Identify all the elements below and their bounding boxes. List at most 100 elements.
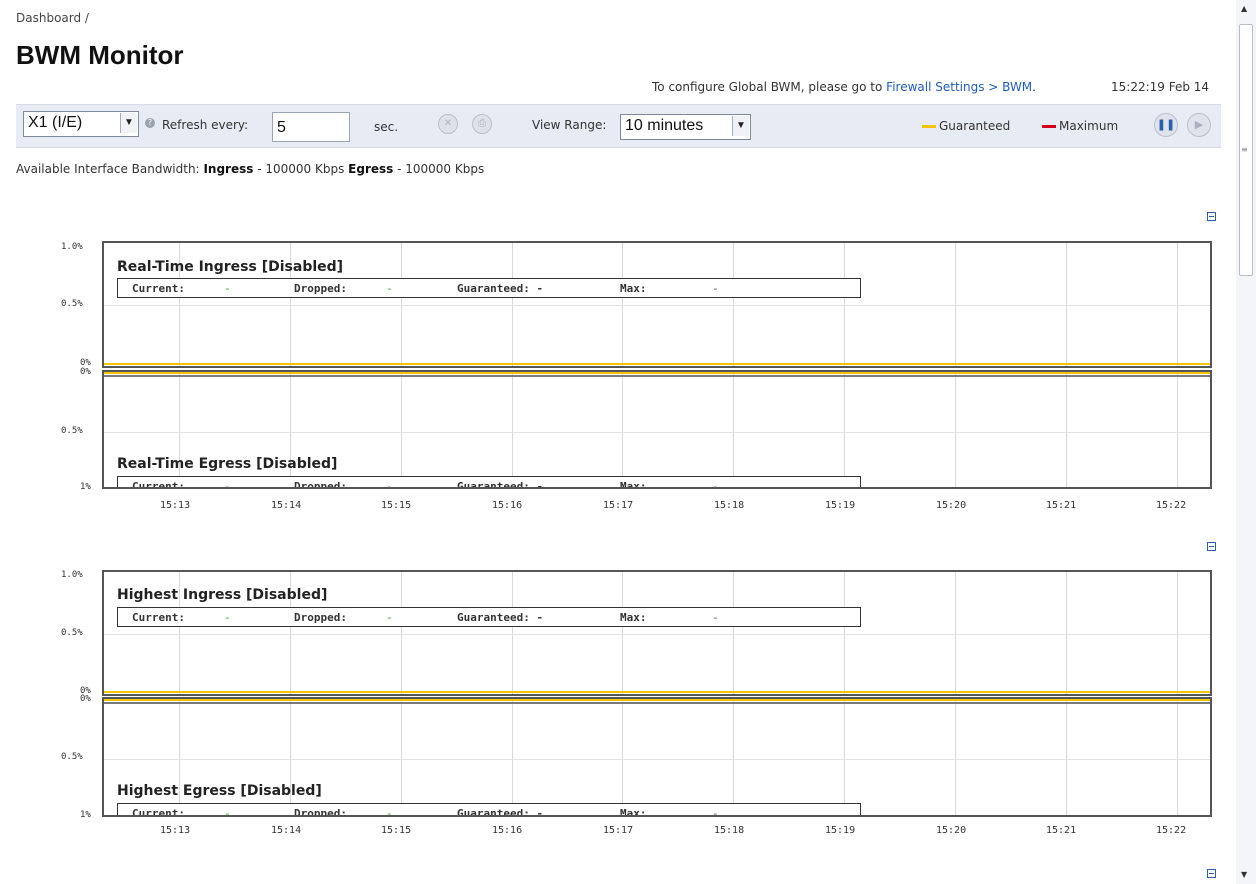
view-range-select[interactable]: 10 minutes ▼ [620, 114, 751, 140]
current-value: - [224, 611, 231, 624]
current-value: - [224, 282, 231, 295]
x-tick-label: 15:14 [271, 825, 302, 836]
max-value: - [712, 611, 719, 624]
y-tick-label: 0.5% [61, 628, 83, 638]
page-title: BWM Monitor [16, 40, 184, 70]
grid-line [401, 699, 402, 815]
egress-label: Egress [348, 162, 394, 176]
max-value: - [712, 480, 719, 489]
dropped-label: Dropped: [294, 282, 347, 295]
stats-box: Current: - Dropped: - Guaranteed: - Max:… [117, 476, 861, 489]
bwm-monitor-page: Dashboard / BWM Monitor To configure Glo… [0, 0, 1237, 884]
max-label: Max: [620, 282, 647, 295]
firewall-settings-bwm-link[interactable]: Firewall Settings > BWM [886, 80, 1032, 94]
grid-line [1177, 572, 1178, 694]
grid-line [844, 372, 845, 487]
x-tick-label: 15:17 [603, 825, 634, 836]
current-label: Current: [132, 480, 185, 489]
max-value: - [712, 282, 719, 295]
help-icon[interactable]: ? [145, 118, 155, 128]
refresh-label: Refresh every: [162, 118, 249, 132]
view-range-value: 10 minutes [625, 117, 704, 134]
refresh-interval-input[interactable]: 5 [272, 112, 350, 142]
chevron-down-icon[interactable]: ▼ [120, 113, 137, 133]
current-value: - [224, 807, 231, 817]
grid-line [844, 699, 845, 815]
y-tick-label: 1.0% [61, 570, 83, 580]
grid-line [1177, 699, 1178, 815]
scroll-down-icon[interactable]: ▼ [1241, 870, 1247, 879]
stats-box: Current: - Dropped: - Guaranteed: - Max:… [117, 607, 861, 627]
grid-line [622, 372, 623, 487]
x-tick-label: 15:18 [714, 500, 745, 511]
guaranteed-label: Guaranteed: - [457, 282, 544, 295]
pause-icon[interactable]: ❚❚ [1154, 113, 1178, 137]
guaranteed-legend-label: Guaranteed [939, 119, 1011, 133]
guaranteed-legend-swatch [922, 125, 936, 128]
real-time-egress-chart: Real-Time Egress [Disabled] Current: - D… [102, 370, 1212, 489]
x-tick-label: 15:19 [825, 825, 856, 836]
x-tick-label: 15:22 [1156, 500, 1187, 511]
guaranteed-line [104, 691, 1210, 693]
guaranteed-line [104, 363, 1210, 365]
maximum-line [104, 702, 1210, 704]
grid-line [512, 699, 513, 815]
chart-title: Highest Ingress [Disabled] [117, 587, 328, 603]
grid-line [844, 572, 845, 694]
current-label: Current: [132, 611, 185, 624]
dropped-value: - [386, 282, 393, 295]
collapse-icon[interactable] [1207, 869, 1216, 878]
config-hint: To configure Global BWM, please go to Fi… [652, 80, 1036, 94]
scroll-up-icon[interactable]: ▲ [1241, 4, 1247, 13]
view-range-label: View Range: [532, 118, 607, 132]
egress-value: - 100000 Kbps [393, 162, 485, 176]
grid-line [955, 372, 956, 487]
sec-label: sec. [374, 120, 399, 134]
chevron-down-icon[interactable]: ▼ [732, 116, 749, 136]
chart-title: Highest Egress [Disabled] [117, 783, 322, 799]
current-value: - [224, 480, 231, 489]
collapse-icon[interactable] [1207, 542, 1216, 551]
stats-box: Current: - Dropped: - Guaranteed: - Max:… [117, 803, 861, 817]
x-tick-label: 15:18 [714, 825, 745, 836]
dropped-value: - [386, 611, 393, 624]
x-tick-label: 15:20 [936, 825, 967, 836]
collapse-icon[interactable] [1207, 212, 1216, 221]
grid-line [955, 572, 956, 694]
x-tick-label: 15:16 [492, 825, 523, 836]
maximum-line [104, 375, 1210, 377]
x-tick-label: 15:16 [492, 500, 523, 511]
grid-line [104, 759, 1210, 760]
breadcrumb[interactable]: Dashboard / [16, 11, 89, 25]
config-hint-text: To configure Global BWM, please go to [652, 80, 887, 94]
clear-icon[interactable]: ✕ [438, 114, 458, 134]
chart-title: Real-Time Egress [Disabled] [117, 456, 338, 472]
y-tick-label: 0.5% [61, 752, 83, 762]
x-tick-label: 15:20 [936, 500, 967, 511]
dropped-value: - [386, 480, 393, 489]
dropped-label: Dropped: [294, 807, 347, 817]
interface-select[interactable]: X1 (I/E) ▼ [23, 111, 139, 137]
ingress-value: - 100000 Kbps [253, 162, 349, 176]
current-label: Current: [132, 282, 185, 295]
highest-ingress-chart: Highest Ingress [Disabled] Current: - Dr… [102, 570, 1212, 696]
chart-title: Real-Time Ingress [Disabled] [117, 259, 344, 275]
play-icon[interactable]: ▶ [1187, 113, 1211, 137]
stats-box: Current: - Dropped: - Guaranteed: - Max:… [117, 278, 861, 298]
grid-line [401, 572, 402, 694]
grid-line [512, 372, 513, 487]
print-icon[interactable]: ⎙ [472, 114, 492, 134]
grid-line [1066, 372, 1067, 487]
x-tick-label: 15:15 [381, 500, 412, 511]
y-tick-label: 1% [80, 482, 91, 492]
grip-icon: ≡ [1241, 145, 1248, 154]
guaranteed-label: Guaranteed: - [457, 480, 544, 489]
dropped-label: Dropped: [294, 611, 347, 624]
vertical-scrollbar[interactable]: ▲ ≡ ▼ [1236, 0, 1256, 884]
x-tick-label: 15:21 [1046, 825, 1077, 836]
ingress-label: Ingress [203, 162, 254, 176]
grid-line [1066, 699, 1067, 815]
interface-select-value: X1 (I/E) [28, 114, 83, 131]
x-tick-label: 15:13 [160, 500, 191, 511]
grid-line [733, 699, 734, 815]
